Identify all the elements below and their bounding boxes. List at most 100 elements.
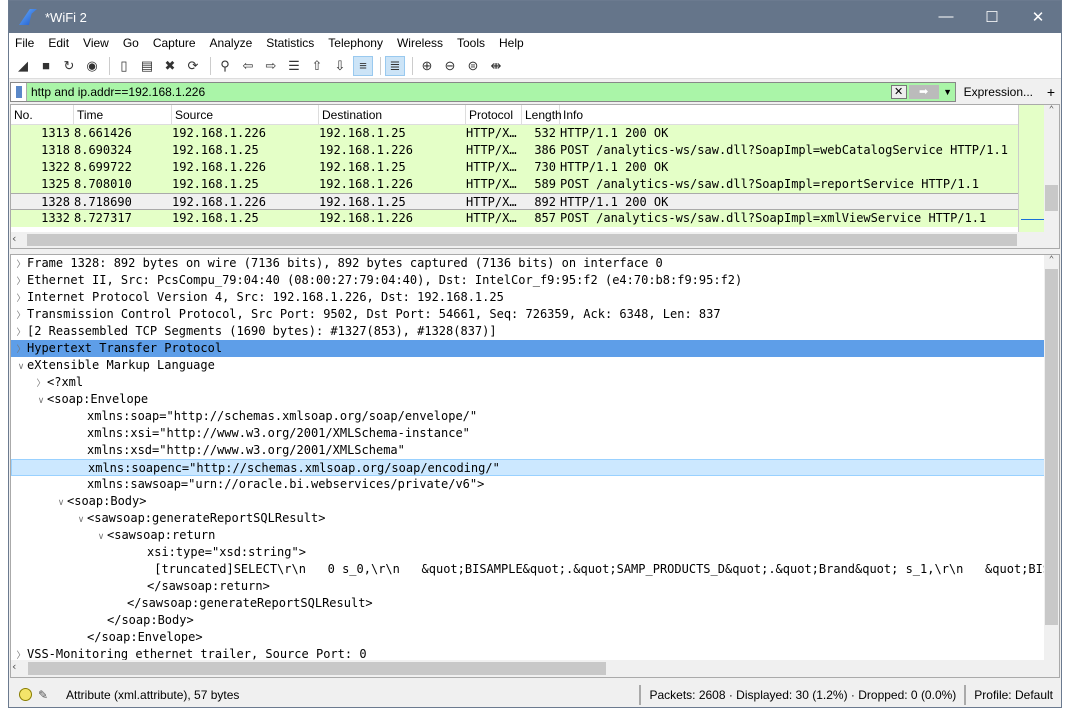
packet-cell: 8.690324 bbox=[74, 143, 132, 157]
packet-list-vertical-scrollbar[interactable]: ⌃ bbox=[1044, 105, 1059, 233]
detail-tree-item[interactable]: ∨ <sawsoap:return bbox=[11, 527, 1046, 544]
detail-tree-item[interactable]: 〉 Hypertext Transfer Protocol bbox=[11, 340, 1046, 357]
detail-tree-item[interactable]: 〉 Internet Protocol Version 4, Src: 192.1… bbox=[11, 289, 1046, 306]
column-header-time[interactable]: Time bbox=[74, 105, 172, 124]
capture-comment-edit-icon[interactable]: ✎ bbox=[38, 688, 54, 702]
filter-history-dropdown[interactable]: ▼ bbox=[941, 87, 955, 97]
detail-tree-item[interactable]: xsi:type="xsd:string"> bbox=[11, 544, 1046, 561]
stop-icon[interactable]: ■ bbox=[36, 56, 56, 76]
detail-text: xmlns:xsd="http://www.w3.org/2001/XMLSch… bbox=[87, 443, 405, 457]
reload-icon[interactable]: ⟳ bbox=[183, 56, 203, 76]
packet-cell: 192.168.1.25 bbox=[319, 126, 406, 140]
packet-list-horizontal-scrollbar[interactable]: ‹ bbox=[11, 232, 1059, 248]
details-vertical-scrollbar[interactable]: ⌃ bbox=[1044, 255, 1059, 662]
add-filter-button[interactable]: + bbox=[1041, 84, 1061, 100]
zoom-out-icon[interactable]: ⊖ bbox=[440, 56, 460, 76]
detail-tree-item[interactable]: </sawsoap:generateReportSQLResult> bbox=[11, 595, 1046, 612]
restart-icon[interactable]: ↻ bbox=[59, 56, 79, 76]
minimize-button[interactable]: — bbox=[923, 8, 969, 26]
zoom-normal-icon[interactable]: ⊜ bbox=[463, 56, 483, 76]
detail-tree-item[interactable]: xmlns:soapenc="http://schemas.xmlsoap.or… bbox=[11, 459, 1046, 476]
capture-options-icon[interactable]: ◉ bbox=[82, 56, 102, 76]
packet-row[interactable]: 1322 8.699722 192.168.1.226 192.168.1.25 HTT… bbox=[11, 159, 1018, 176]
detail-tree-item[interactable]: [truncated]SELECT\r\n 0 s_0,\r\n &quot;B… bbox=[11, 561, 1046, 578]
detail-text: VSS-Monitoring ethernet trailer, Source … bbox=[27, 647, 367, 661]
packet-row[interactable]: 1332 8.727317 192.168.1.25 192.168.1.226 HTT… bbox=[11, 210, 1018, 227]
go-back-icon[interactable]: ⇦ bbox=[238, 56, 258, 76]
menu-file[interactable]: File bbox=[15, 36, 34, 50]
resize-columns-icon[interactable]: ⇼ bbox=[486, 56, 506, 76]
close-file-icon[interactable]: ✖ bbox=[160, 56, 180, 76]
go-to-packet-icon[interactable]: ☰ bbox=[284, 56, 304, 76]
packet-minimap[interactable] bbox=[1018, 105, 1046, 233]
detail-tree-item[interactable]: ∨ <soap:Envelope bbox=[11, 391, 1046, 408]
title-bar: *WiFi 2 — ☐ ✕ bbox=[9, 1, 1061, 33]
detail-text: </soap:Body> bbox=[107, 613, 194, 627]
detail-tree-item[interactable]: 〉 Frame 1328: 892 bytes on wire (7136 bit… bbox=[11, 255, 1046, 272]
go-forward-icon[interactable]: ⇨ bbox=[261, 56, 281, 76]
column-header-length[interactable]: Length bbox=[522, 105, 562, 124]
expert-info-indicator-icon[interactable] bbox=[19, 688, 32, 701]
detail-tree-item[interactable]: xmlns:xsi="http://www.w3.org/2001/XMLSch… bbox=[11, 425, 1046, 442]
clear-filter-button[interactable]: ✕ bbox=[890, 85, 907, 99]
column-header-destination[interactable]: Destination bbox=[319, 105, 466, 124]
detail-tree-item[interactable]: xmlns:sawsoap="urn://oracle.bi.webservic… bbox=[11, 476, 1046, 493]
column-header-source[interactable]: Source bbox=[172, 105, 319, 124]
zoom-in-icon[interactable]: ⊕ bbox=[417, 56, 437, 76]
open-file-icon[interactable]: ▯ bbox=[114, 56, 134, 76]
packet-row[interactable]: 1318 8.690324 192.168.1.25 192.168.1.226 HTT… bbox=[11, 142, 1018, 159]
detail-text: <soap:Body> bbox=[67, 494, 147, 508]
display-filter-input[interactable]: http and ip.addr==192.168.1.226 bbox=[27, 85, 891, 99]
column-header-no[interactable]: No. bbox=[11, 105, 74, 124]
find-packet-icon[interactable]: ⚲ bbox=[215, 56, 235, 76]
menu-wireless[interactable]: Wireless bbox=[397, 36, 443, 50]
packet-row[interactable]: 1325 8.708010 192.168.1.25 192.168.1.226 HTT… bbox=[11, 176, 1018, 193]
autoscroll-icon[interactable]: ≡ bbox=[353, 55, 373, 76]
shark-fin-start-icon[interactable]: ◢ bbox=[13, 56, 33, 76]
detail-tree-item[interactable]: ∨ <soap:Body> bbox=[11, 493, 1046, 510]
detail-tree-item[interactable]: 〉 <?xml bbox=[11, 374, 1046, 391]
detail-tree-item[interactable]: ∨ <sawsoap:generateReportSQLResult> bbox=[11, 510, 1046, 527]
menu-view[interactable]: View bbox=[83, 36, 109, 50]
apply-filter-button[interactable]: ➡ bbox=[908, 85, 939, 99]
display-filter-bar: http and ip.addr==192.168.1.226 ✕ ➡ ▼ Ex… bbox=[10, 81, 1061, 103]
packet-cell: 1325 bbox=[41, 177, 70, 191]
packet-row[interactable]: 1313 8.661426 192.168.1.226 192.168.1.25 HTT… bbox=[11, 125, 1018, 142]
detail-tree-item[interactable]: xmlns:xsd="http://www.w3.org/2001/XMLSch… bbox=[11, 442, 1046, 459]
packet-cell: 1313 bbox=[41, 126, 70, 140]
detail-tree-item[interactable]: </soap:Envelope> bbox=[11, 629, 1046, 646]
column-header-protocol[interactable]: Protocol bbox=[466, 105, 522, 124]
column-header-info[interactable]: Info bbox=[560, 105, 1059, 124]
first-packet-icon[interactable]: ⇧ bbox=[307, 56, 327, 76]
menu-analyze[interactable]: Analyze bbox=[210, 36, 253, 50]
packet-cell: 589 bbox=[534, 177, 556, 191]
details-horizontal-scrollbar[interactable]: ‹ bbox=[11, 660, 1059, 677]
expression-button[interactable]: Expression... bbox=[956, 85, 1041, 99]
colorize-icon[interactable]: ≣ bbox=[385, 55, 405, 76]
menu-telephony[interactable]: Telephony bbox=[328, 36, 383, 50]
menu-edit[interactable]: Edit bbox=[48, 36, 69, 50]
detail-tree-item[interactable]: xmlns:soap="http://schemas.xmlsoap.org/s… bbox=[11, 408, 1046, 425]
packet-cell: HTTP/1.1 200 OK bbox=[560, 126, 669, 140]
last-packet-icon[interactable]: ⇩ bbox=[330, 56, 350, 76]
detail-text: <sawsoap:generateReportSQLResult> bbox=[87, 511, 326, 525]
save-file-icon[interactable]: ▤ bbox=[137, 56, 157, 76]
menu-go[interactable]: Go bbox=[123, 36, 139, 50]
detail-tree-item[interactable]: ∨ eXtensible Markup Language bbox=[11, 357, 1046, 374]
menu-capture[interactable]: Capture bbox=[153, 36, 196, 50]
menu-help[interactable]: Help bbox=[499, 36, 524, 50]
detail-tree-item[interactable]: 〉 [2 Reassembled TCP Segments (1690 bytes… bbox=[11, 323, 1046, 340]
packet-row[interactable]: 1328 8.718690 192.168.1.226 192.168.1.25 HTT… bbox=[11, 193, 1018, 210]
menu-statistics[interactable]: Statistics bbox=[266, 36, 314, 50]
detail-tree-item[interactable]: 〉 Ethernet II, Src: PcsCompu_79:04:40 (08… bbox=[11, 272, 1046, 289]
profile-selector[interactable]: Profile: Default bbox=[964, 684, 1061, 705]
detail-tree-item[interactable]: 〉 Transmission Control Protocol, Src Port… bbox=[11, 306, 1046, 323]
packet-cell: 8.727317 bbox=[74, 211, 132, 225]
bookmark-icon[interactable] bbox=[11, 83, 27, 101]
maximize-button[interactable]: ☐ bbox=[969, 8, 1015, 26]
menu-tools[interactable]: Tools bbox=[457, 36, 485, 50]
detail-tree-item[interactable]: </sawsoap:return> bbox=[11, 578, 1046, 595]
close-button[interactable]: ✕ bbox=[1015, 8, 1061, 26]
detail-text: eXtensible Markup Language bbox=[27, 358, 215, 372]
detail-tree-item[interactable]: </soap:Body> bbox=[11, 612, 1046, 629]
